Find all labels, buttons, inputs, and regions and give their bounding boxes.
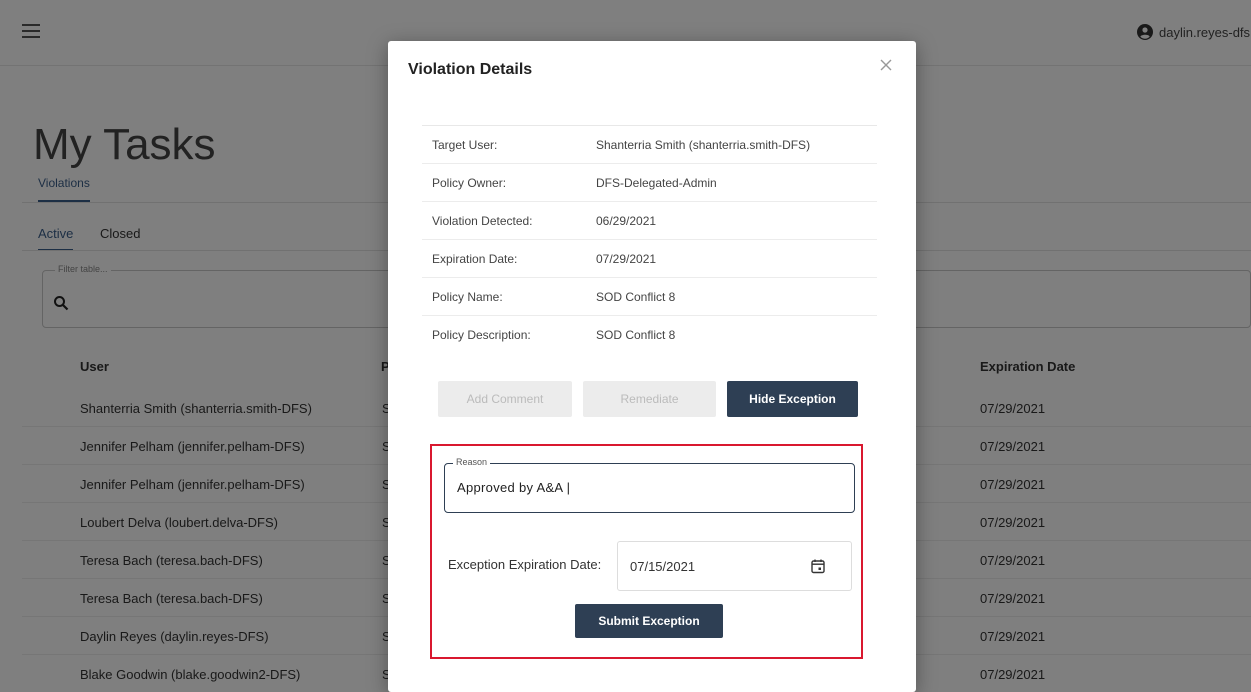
detail-label: Target User:: [432, 138, 498, 152]
detail-label: Expiration Date:: [432, 252, 518, 266]
detail-value: 07/29/2021: [596, 252, 657, 266]
detail-row: Policy Name: SOD Conflict 8: [422, 278, 877, 316]
detail-value: SOD Conflict 8: [596, 290, 676, 304]
reason-label: Reason: [453, 457, 491, 467]
detail-row: Policy Owner: DFS-Delegated-Admin: [422, 164, 877, 202]
remediate-button[interactable]: Remediate: [583, 381, 716, 417]
dialog-title: Violation Details: [408, 61, 533, 78]
calendar-icon[interactable]: [810, 558, 826, 574]
detail-value: SOD Conflict 8: [596, 328, 676, 342]
close-icon[interactable]: [878, 57, 894, 73]
hide-exception-button[interactable]: Hide Exception: [727, 381, 858, 417]
reason-value: Approved by A&A |: [457, 480, 571, 495]
detail-value: DFS-Delegated-Admin: [596, 176, 717, 190]
exception-expiration-date-input[interactable]: 07/15/2021: [617, 541, 852, 591]
detail-row: Violation Detected: 06/29/2021: [422, 202, 877, 240]
date-value: 07/15/2021: [630, 559, 696, 574]
violation-details-table: Target User: Shanterria Smith (shanterri…: [422, 125, 877, 354]
submit-exception-button[interactable]: Submit Exception: [575, 604, 723, 638]
detail-label: Policy Owner:: [432, 176, 507, 190]
exception-expiration-date-label: Exception Expiration Date:: [448, 557, 602, 572]
reason-input[interactable]: Reason Approved by A&A |: [444, 457, 855, 513]
violation-details-dialog: Violation Details Target User: Shanterri…: [388, 41, 916, 692]
detail-value: 06/29/2021: [596, 214, 657, 228]
detail-label: Policy Name:: [432, 290, 503, 304]
detail-row: Target User: Shanterria Smith (shanterri…: [422, 126, 877, 164]
detail-label: Policy Description:: [432, 328, 531, 342]
detail-row: Expiration Date: 07/29/2021: [422, 240, 877, 278]
detail-row: Policy Description: SOD Conflict 8: [422, 316, 877, 354]
detail-label: Violation Detected:: [432, 214, 533, 228]
add-comment-button[interactable]: Add Comment: [438, 381, 572, 417]
detail-value: Shanterria Smith (shanterria.smith-DFS): [596, 138, 811, 152]
